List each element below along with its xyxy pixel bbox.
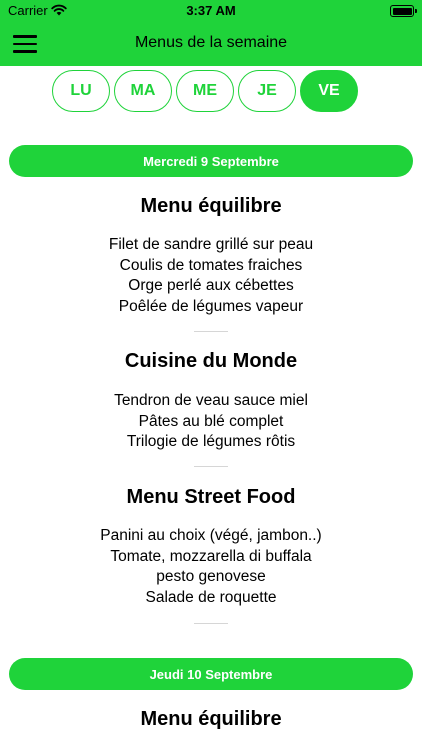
menu-item: Tomate, mozzarella di buffala <box>110 547 312 565</box>
day-tab-me[interactable]: ME <box>176 70 234 112</box>
status-bar: Carrier 3:37 AM <box>0 0 422 22</box>
menu-item: Pâtes au blé complet <box>138 412 284 430</box>
day-tab-ma[interactable]: MA <box>114 70 172 112</box>
menu-item: Coulis de tomates fraiches <box>119 256 303 274</box>
menu-divider <box>194 623 228 624</box>
day-selector: LU MA ME JE VE <box>52 70 358 112</box>
menu-item: Filet de sandre grillé sur peau <box>108 236 314 253</box>
status-time: 3:37 AM <box>186 3 236 18</box>
menu-items: Panini au choix (végé, jambon..) Tomate,… <box>0 526 422 608</box>
menu-title: Cuisine du Monde <box>124 350 298 372</box>
menu-items: Tendron de veau sauce miel Pâtes au blé … <box>0 391 422 453</box>
menu-item: Trilogie de légumes rôtis <box>126 433 296 450</box>
app-header: Carrier 3:37 AM Menus de la semaine <box>0 0 422 66</box>
menu-title: Menu équilibre <box>140 708 282 730</box>
menu-item: Orge perlé aux cébettes <box>128 277 294 294</box>
page-title: Menus de la semaine <box>134 34 288 51</box>
menu-item: Tendron de veau sauce miel <box>114 392 308 409</box>
menu-divider <box>194 466 228 467</box>
menu-item: pesto genovese <box>156 568 266 585</box>
menu-items: Filet de sandre grillé sur peau Coulis d… <box>0 235 422 317</box>
date-header: Jeudi 10 Septembre <box>9 658 413 690</box>
battery-icon <box>390 5 417 17</box>
date-header: Mercredi 9 Septembre <box>9 145 413 177</box>
menu-item: Poêlée de légumes vapeur <box>118 297 304 315</box>
menu-title: Menu Street Food <box>126 486 296 508</box>
menu-divider <box>194 331 228 332</box>
menu-title: Menu équilibre <box>140 195 282 217</box>
day-tab-lu[interactable]: LU <box>52 70 110 112</box>
day-tab-ve[interactable]: VE <box>300 70 358 112</box>
day-tab-je[interactable]: JE <box>238 70 296 112</box>
menu-item: Salade de roquette <box>145 588 277 606</box>
menu-item: Panini au choix (végé, jambon..) <box>100 527 322 544</box>
